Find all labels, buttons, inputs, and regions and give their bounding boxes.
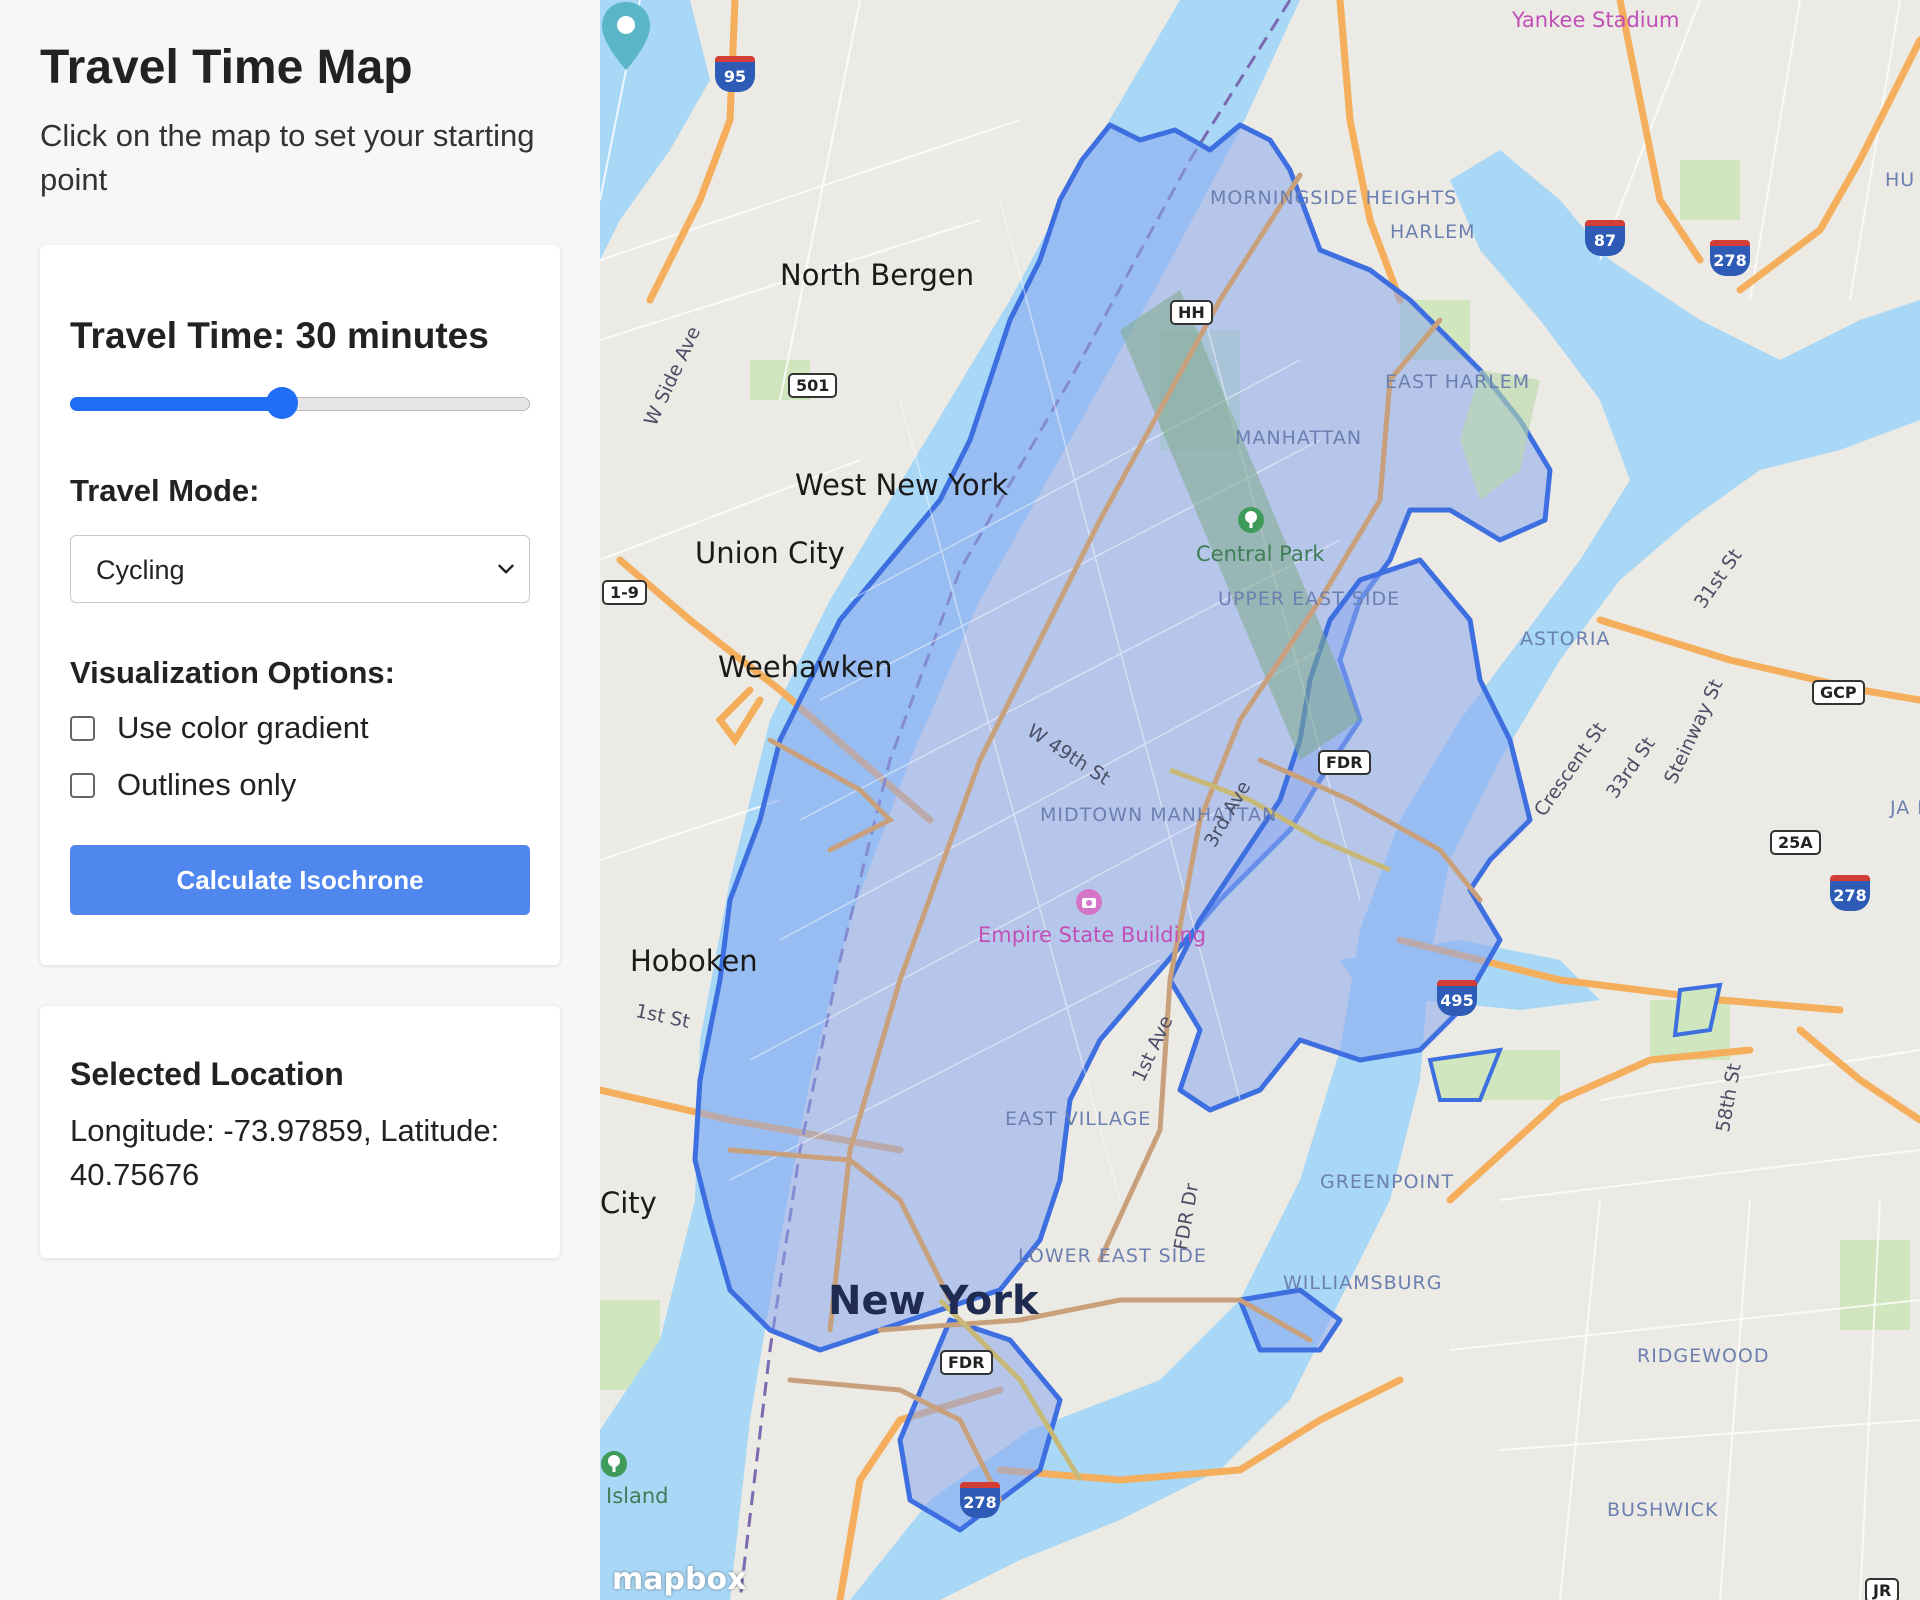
travel-time-value: 30 minutes xyxy=(295,315,489,356)
controls-card: Travel Time: 30 minutes Travel Mode: Cyc… xyxy=(40,245,560,965)
map-label-new-york: New York xyxy=(828,1278,1039,1324)
selected-location-card: Selected Location Longitude: -73.97859, … xyxy=(40,1006,560,1258)
map-label-hu: HU xyxy=(1885,169,1916,191)
route-shield-hh: HH xyxy=(1170,300,1213,325)
travel-mode-select[interactable]: Cycling xyxy=(70,535,530,603)
map-label-greenpoint: GREENPOINT xyxy=(1320,1171,1454,1193)
map-label-harlem: HARLEM xyxy=(1390,221,1476,243)
route-shield-fdr-mid: FDR xyxy=(1318,750,1371,775)
map-label-morningside-heights: MORNINGSIDE HEIGHTS xyxy=(1210,187,1458,209)
map-label-island: Island xyxy=(606,1484,669,1508)
tree-icon xyxy=(601,1451,627,1477)
map-label-williamsburg: WILLIAMSBURG xyxy=(1283,1272,1443,1294)
route-shield-501: 501 xyxy=(788,373,838,398)
route-shield-25a: 25A xyxy=(1770,830,1821,855)
outlines-only-checkbox[interactable] xyxy=(70,772,95,798)
page-title: Travel Time Map xyxy=(40,41,413,94)
tree-icon xyxy=(1238,507,1264,533)
chevron-down-icon xyxy=(498,564,514,574)
travel-time-prefix: Travel Time: xyxy=(70,315,296,356)
mapbox-logo[interactable]: mapbox xyxy=(612,1562,746,1597)
slider-fill xyxy=(70,397,282,411)
route-shield-us-1-9: 1-9 xyxy=(602,580,647,605)
map-label-empire-state-building: Empire State Building xyxy=(978,923,1207,947)
route-shield-fdr-low: FDR xyxy=(940,1350,993,1375)
route-shield-i87: 87 xyxy=(1585,220,1625,256)
outlines-only-option[interactable]: Outlines only xyxy=(70,765,296,805)
map-pin-icon[interactable] xyxy=(600,0,652,72)
travel-time-label: Travel Time: 30 minutes xyxy=(70,315,489,357)
route-shield-gcp: GCP xyxy=(1812,680,1865,705)
route-shield-i95: 95 xyxy=(715,56,755,92)
route-shield-i278-bottom: 278 xyxy=(960,1482,1000,1518)
map-label-ja: JA HE xyxy=(1890,797,1920,819)
sidebar: Travel Time Map Click on the map to set … xyxy=(0,0,600,1600)
map-label-east-village: EAST VILLAGE xyxy=(1005,1108,1152,1130)
color-gradient-label[interactable]: Use color gradient xyxy=(117,710,369,746)
route-shield-i278-right: 278 xyxy=(1830,875,1870,911)
instructions-text: Click on the map to set your starting po… xyxy=(40,118,535,197)
travel-mode-value: Cycling xyxy=(96,555,185,585)
map-label-union-city: Union City xyxy=(695,536,845,570)
route-shield-i278-top: 278 xyxy=(1710,240,1750,276)
travel-time-slider[interactable] xyxy=(70,387,530,419)
calculate-isochrone-button[interactable]: Calculate Isochrone xyxy=(70,845,530,915)
route-shield-jr: JR xyxy=(1865,1578,1900,1600)
map-label-weehawken: Weehawken xyxy=(718,650,893,684)
map-label-city: City xyxy=(600,1186,657,1220)
selected-location-title: Selected Location xyxy=(70,1056,344,1092)
map-canvas[interactable]: Yankee Stadium MORNINGSIDE HEIGHTS HARLE… xyxy=(600,0,1920,1600)
camera-icon xyxy=(1076,889,1102,915)
map-label-lower-east-side: LOWER EAST SIDE xyxy=(1018,1245,1207,1267)
color-gradient-option[interactable]: Use color gradient xyxy=(70,708,369,748)
map-label-hoboken: Hoboken xyxy=(630,944,758,978)
selected-location-coordinates: Longitude: -73.97859, Latitude: 40.75676 xyxy=(70,1113,500,1192)
map-label-yankee-stadium: Yankee Stadium xyxy=(1512,8,1680,32)
map-label-east-harlem: EAST HARLEM xyxy=(1385,371,1531,393)
map-label-bushwick: BUSHWICK xyxy=(1607,1499,1719,1521)
map-label-upper-east-side: UPPER EAST SIDE xyxy=(1218,588,1401,610)
map-label-north-bergen: North Bergen xyxy=(780,258,975,292)
route-shield-i495: 495 xyxy=(1437,980,1477,1016)
map-label-astoria: ASTORIA xyxy=(1520,628,1611,650)
slider-thumb[interactable] xyxy=(266,387,298,419)
map-label-ridgewood: RIDGEWOOD xyxy=(1637,1345,1770,1367)
visualization-options-label: Visualization Options: xyxy=(70,655,395,690)
outlines-only-label[interactable]: Outlines only xyxy=(117,767,296,803)
map-label-west-new-york: West New York xyxy=(795,468,1009,502)
travel-mode-label: Travel Mode: xyxy=(70,473,260,508)
color-gradient-checkbox[interactable] xyxy=(70,715,95,741)
map-label-central-park: Central Park xyxy=(1196,542,1325,566)
map-label-manhattan: MANHATTAN xyxy=(1235,427,1363,449)
map-label-midtown-manhattan: MIDTOWN MANHATTAN xyxy=(1040,804,1278,826)
